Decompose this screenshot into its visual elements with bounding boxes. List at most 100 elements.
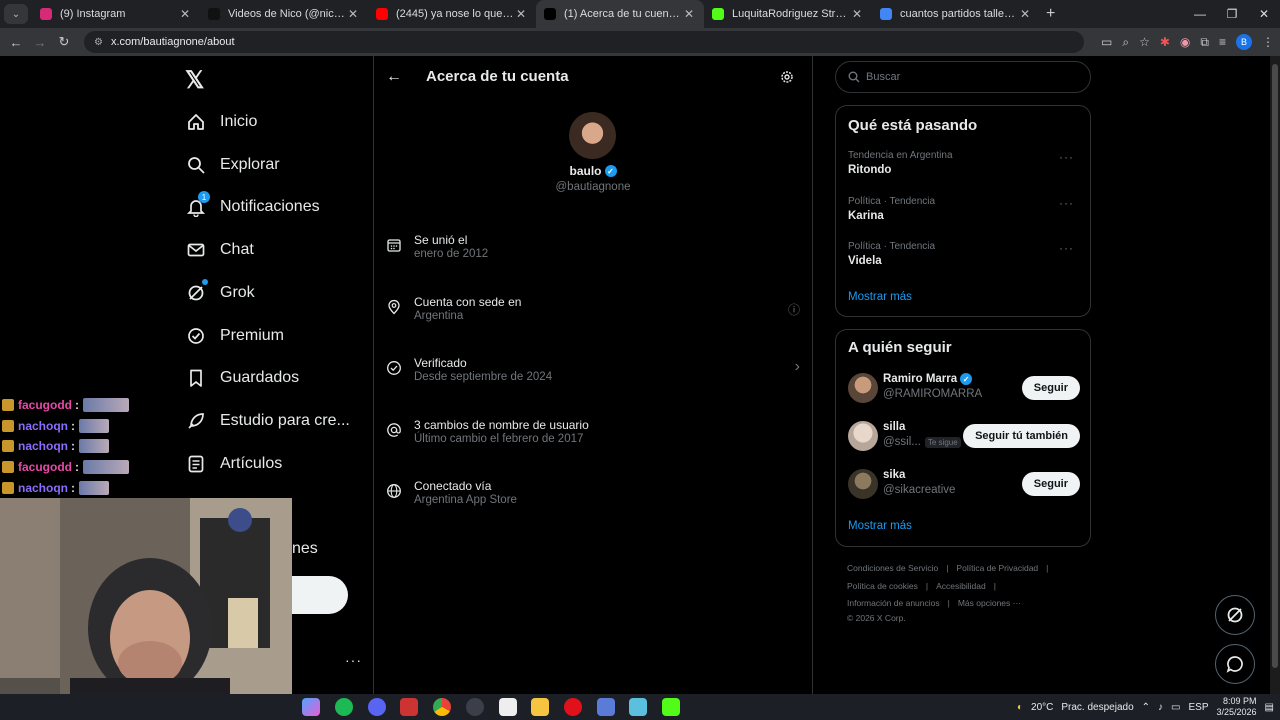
weather-text[interactable]: Prac. despejado — [1061, 702, 1133, 713]
network-icon[interactable]: ▭ — [1171, 702, 1180, 713]
trend-item[interactable]: Política · Tendencia Videla ··· — [848, 241, 1080, 267]
capcut-app-icon[interactable] — [499, 698, 517, 716]
browser-tab[interactable]: (9) Instagram ✕ — [32, 0, 200, 28]
tab-close-icon[interactable]: ✕ — [1018, 7, 1032, 21]
zoom-icon[interactable]: ⌕ — [1122, 35, 1129, 50]
follow-show-more-link[interactable]: Mostrar más — [848, 520, 912, 532]
more-options-icon[interactable]: ··· — [1059, 196, 1074, 210]
more-options-icon[interactable]: ··· — [1059, 241, 1074, 255]
app-icon-cyan[interactable] — [629, 698, 647, 716]
tab-close-icon[interactable]: ✕ — [682, 7, 696, 21]
language-indicator[interactable]: ESP — [1188, 702, 1208, 713]
follow-button[interactable]: Seguir tú también — [963, 424, 1080, 448]
settings-gear-icon[interactable] — [779, 69, 795, 90]
chevron-right-icon[interactable]: › — [795, 358, 800, 376]
close-window-button[interactable]: ✕ — [1248, 0, 1280, 28]
menu-icon[interactable]: ⋮ — [1262, 35, 1274, 49]
avatar[interactable] — [848, 469, 878, 499]
grok-floating-button[interactable] — [1215, 595, 1255, 635]
sidebar-item-label-partial[interactable]: nes — [292, 540, 318, 558]
copilot-app-icon[interactable] — [302, 698, 320, 716]
post-button[interactable] — [292, 576, 348, 614]
obs-app-icon[interactable] — [466, 698, 484, 716]
scrollbar-thumb[interactable] — [1272, 64, 1278, 668]
profile-avatar[interactable]: B — [1236, 34, 1252, 50]
clock[interactable]: 8:09 PM 3/25/2026 — [1217, 696, 1257, 718]
account-menu-button[interactable]: ··· — [345, 652, 362, 668]
tab-close-icon[interactable]: ✕ — [178, 7, 192, 21]
about-row-verified[interactable]: Verificado Desde septiembre de 2024 › — [386, 356, 806, 390]
sidebar-item-artículos[interactable]: Artículos — [184, 446, 282, 482]
puzzle-icon[interactable]: ⧉ — [1200, 35, 1209, 50]
browser-tab[interactable]: (2445) ya nose lo que esperar (✕ — [368, 0, 536, 28]
extension-icon-2[interactable]: ◉ — [1180, 35, 1190, 49]
footer-link[interactable]: Accesibilidad — [936, 581, 986, 591]
follow-button[interactable]: Seguir — [1021, 376, 1080, 400]
avatar[interactable] — [848, 421, 878, 451]
minimize-button[interactable]: — — [1184, 0, 1216, 28]
sidebar-item-inicio[interactable]: Inicio — [184, 104, 257, 140]
tab-close-icon[interactable]: ✕ — [346, 7, 360, 21]
spotify-app-icon[interactable] — [335, 698, 353, 716]
file-explorer-icon[interactable] — [531, 698, 549, 716]
trend-item[interactable]: Tendencia en Argentina Ritondo ··· — [848, 150, 1080, 176]
profile-avatar-large[interactable] — [569, 112, 616, 159]
x-logo[interactable]: 𝕏 — [185, 66, 204, 95]
tab-search-button[interactable]: ⌄ — [4, 4, 28, 24]
app-icon-red[interactable] — [400, 698, 418, 716]
follow-suggestion[interactable]: Ramiro Marra ✓ @RAMIROMARRA Seguir — [848, 373, 1080, 405]
footer-link[interactable]: Política de Privacidad — [956, 563, 1038, 573]
discord-app-icon[interactable] — [368, 698, 386, 716]
back-arrow-button[interactable]: ← — [386, 68, 402, 86]
sidebar-item-chat[interactable]: Chat — [184, 232, 254, 268]
reload-button[interactable]: ↻ — [52, 34, 76, 50]
info-icon[interactable]: ⓘ — [788, 301, 800, 318]
chrome-app-icon[interactable] — [433, 698, 451, 716]
site-info-icon[interactable]: ⚙ — [94, 37, 103, 48]
footer-link[interactable]: Condiciones de Servicio — [847, 563, 938, 573]
follow-suggestion[interactable]: silla @ssil... Te sigue Seguir tú también — [848, 421, 1080, 453]
footer-link[interactable]: Política de cookies — [847, 581, 918, 591]
url-field[interactable]: ⚙ x.com/bautiagnone/about — [84, 31, 1084, 53]
sidebar-item-premium[interactable]: Premium — [184, 318, 284, 354]
media-icon[interactable]: ≡ — [1219, 35, 1226, 49]
app-icon-blue[interactable] — [597, 698, 615, 716]
sidebar-item-estudio-para-cre[interactable]: Estudio para cre... — [184, 403, 350, 439]
sidebar-item-guardados[interactable]: Guardados — [184, 360, 299, 396]
tab-close-icon[interactable]: ✕ — [514, 7, 528, 21]
footer-link[interactable]: Información de anuncios — [847, 598, 940, 608]
temperature[interactable]: 20°C — [1031, 702, 1053, 713]
cast-icon[interactable]: ▭ — [1101, 35, 1112, 49]
weather-icon[interactable]: ◐ — [1017, 702, 1023, 713]
opera-app-icon[interactable] — [564, 698, 582, 716]
browser-tab[interactable]: LuquitaRodriguez Stream - Wa✕ — [704, 0, 872, 28]
forward-button[interactable]: → — [28, 35, 52, 50]
messages-floating-button[interactable] — [1215, 644, 1255, 684]
sidebar-item-grok[interactable]: Grok — [184, 275, 255, 311]
follow-suggestion[interactable]: sika @sikacreative Seguir — [848, 469, 1080, 501]
star-icon[interactable]: ☆ — [1139, 35, 1150, 49]
page-scrollbar[interactable] — [1270, 56, 1280, 696]
tray-chevron-icon[interactable]: ⌃ — [1142, 702, 1150, 713]
extension-icon[interactable]: ✱ — [1160, 35, 1170, 49]
about-row-location[interactable]: Cuenta con sede en Argentina ⓘ — [386, 295, 806, 329]
browser-tab[interactable]: Videos de Nico (@nicopaz1o) c✕ — [200, 0, 368, 28]
trend-item[interactable]: Política · Tendencia Karina ··· — [848, 196, 1080, 222]
kick-app-icon[interactable] — [662, 698, 680, 716]
sidebar-item-notificaciones[interactable]: 1 Notificaciones — [184, 189, 320, 225]
browser-tab[interactable]: cuantos partidos talleres a belg✕ — [872, 0, 1040, 28]
tab-close-icon[interactable]: ✕ — [850, 7, 864, 21]
maximize-button[interactable]: ❐ — [1216, 0, 1248, 28]
notifications-tray-icon[interactable]: ▤ — [1265, 702, 1274, 713]
sidebar-item-explorar[interactable]: Explorar — [184, 147, 280, 183]
search-input[interactable]: Buscar — [835, 61, 1091, 93]
volume-icon[interactable]: ♪ — [1158, 702, 1163, 713]
new-tab-button[interactable]: + — [1046, 5, 1055, 23]
footer-link[interactable]: Más opciones ··· — [958, 598, 1021, 608]
browser-tab[interactable]: (1) Acerca de tu cuenta / X ✕ — [536, 0, 704, 28]
trends-show-more-link[interactable]: Mostrar más — [848, 291, 912, 303]
follow-button[interactable]: Seguir — [1021, 472, 1080, 496]
more-options-icon[interactable]: ··· — [1059, 150, 1074, 164]
avatar[interactable] — [848, 373, 878, 403]
back-button[interactable]: ← — [4, 35, 28, 50]
